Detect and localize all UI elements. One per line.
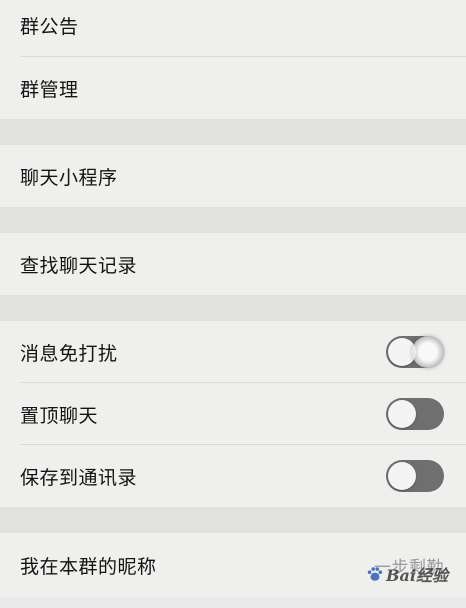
search-chat-history-label: 查找聊天记录	[20, 254, 138, 277]
section-separator	[0, 119, 466, 145]
search-section: 查找聊天记录	[0, 233, 466, 295]
chat-mini-programs-label: 聊天小程序	[20, 166, 118, 189]
mini-programs-section: 聊天小程序	[0, 145, 466, 207]
baidu-paw-icon	[367, 567, 383, 581]
watermark-text: Bai经验	[386, 566, 448, 585]
baidu-jingyan-watermark: Bai经验	[366, 562, 448, 586]
group-settings-screen: 群公告 群管理 聊天小程序 查找聊天记录 消息免打扰 置顶聊天 保存到通讯录 我…	[0, 0, 466, 608]
section-separator	[0, 207, 466, 233]
chat-mini-programs-row[interactable]: 聊天小程序	[0, 145, 466, 207]
save-to-contacts-toggle[interactable]	[386, 460, 444, 492]
group-management-label: 群管理	[20, 78, 79, 101]
pin-chat-toggle[interactable]	[386, 398, 444, 430]
group-announcement-row[interactable]: 群公告	[0, 0, 466, 57]
section-separator	[0, 295, 466, 321]
section-separator	[0, 507, 466, 533]
do-not-disturb-row: 消息免打扰	[0, 321, 466, 383]
save-to-contacts-label: 保存到通讯录	[20, 466, 138, 489]
group-management-row[interactable]: 群管理	[0, 57, 466, 119]
search-chat-history-row[interactable]: 查找聊天记录	[0, 233, 466, 295]
group-announcement-label: 群公告	[20, 16, 79, 38]
do-not-disturb-label: 消息免打扰	[20, 342, 118, 365]
pin-chat-label: 置顶聊天	[20, 404, 99, 427]
save-to-contacts-row: 保存到通讯录	[0, 445, 466, 507]
group-info-section: 群公告 群管理	[0, 0, 466, 119]
pin-chat-row: 置顶聊天	[0, 383, 466, 445]
toggles-section: 消息免打扰 置顶聊天 保存到通讯录	[0, 321, 466, 507]
touch-indicator-icon	[412, 336, 444, 368]
my-group-nickname-label: 我在本群的昵称	[20, 555, 157, 578]
toggle-knob	[388, 400, 416, 428]
toggle-knob	[388, 462, 416, 490]
